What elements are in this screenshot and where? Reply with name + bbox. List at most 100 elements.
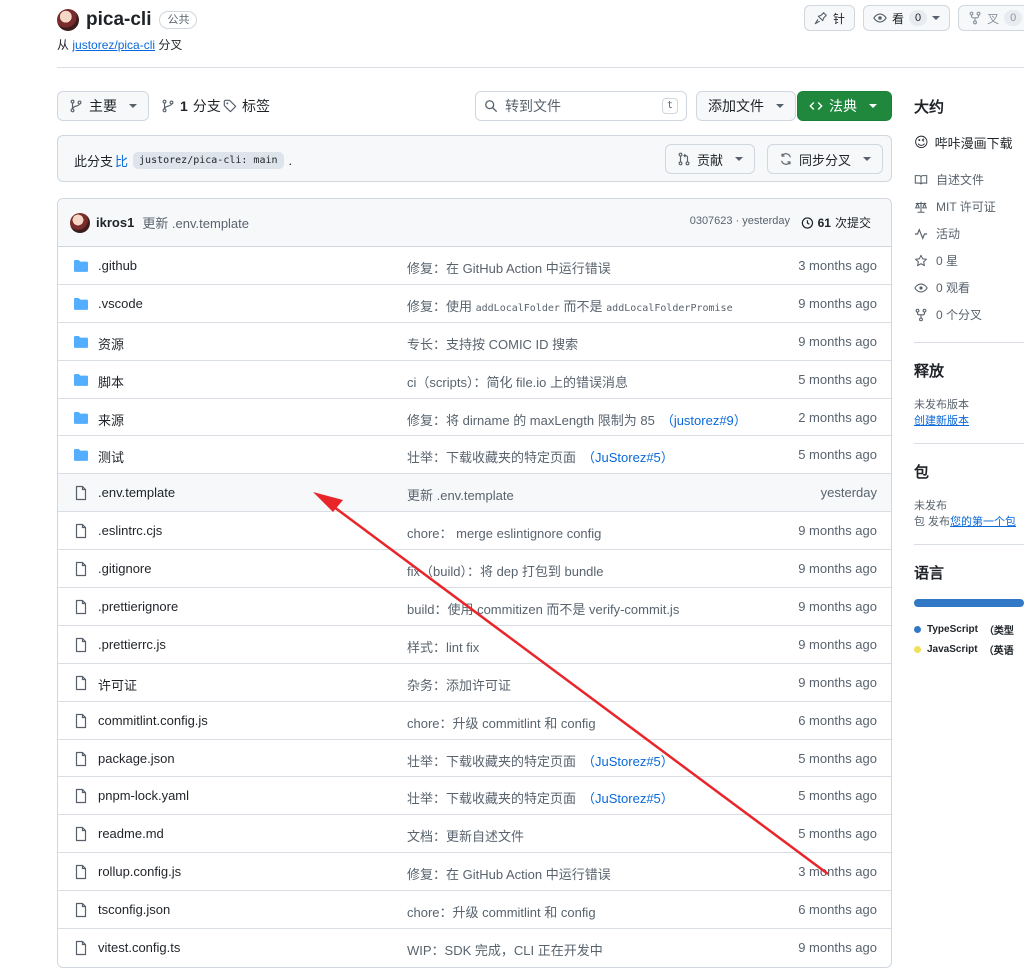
- file-row[interactable]: .prettierrc.js 样式：lint fix 9 months ago: [58, 626, 891, 664]
- commit-author[interactable]: ikros1: [96, 215, 134, 230]
- file-row[interactable]: .vscode 修复：使用 addLocalFolder 而不是 addLocal…: [58, 285, 891, 323]
- file-row[interactable]: readme.md 文档：更新自述文件 5 months ago: [58, 815, 891, 854]
- commit-message-link[interactable]: 修复：在 GitHub Action 中运行错误: [407, 258, 611, 277]
- readme-link[interactable]: 自述文件: [914, 166, 1024, 193]
- file-name-link[interactable]: .prettierignore: [98, 599, 178, 614]
- fork-button[interactable]: 叉 0: [958, 5, 1024, 31]
- file-icon: [73, 826, 89, 842]
- chevron-down-icon: [129, 104, 137, 108]
- file-row[interactable]: 来源 修复：将 dirname 的 maxLength 限制为 85 （justor…: [58, 399, 891, 437]
- file-row[interactable]: .prettierignore build：使用 commitizen 而不是 v…: [58, 588, 891, 626]
- owner-avatar[interactable]: [57, 9, 79, 31]
- issue-reference-link[interactable]: （JuStorez#5）: [582, 450, 674, 465]
- branch-selector-button[interactable]: 主要: [57, 91, 149, 121]
- pin-button[interactable]: 针: [804, 5, 856, 31]
- file-row[interactable]: .gitignore fix（build）：将 dep 打包到 bundle 9 m…: [58, 550, 891, 589]
- file-name-link[interactable]: .prettierrc.js: [98, 637, 166, 652]
- go-to-file-input[interactable]: 转到文件 t: [475, 91, 687, 121]
- sync-fork-button[interactable]: 同步分叉: [767, 144, 884, 174]
- add-file-button[interactable]: 添加文件: [696, 91, 796, 121]
- commit-message-link[interactable]: 壮举：下载收藏夹的特定页面 （JuStorez#5）: [407, 788, 674, 807]
- message-part: 而不是: [559, 298, 607, 314]
- file-row[interactable]: 许可证 杂务：添加许可证 9 months ago: [58, 664, 891, 702]
- file-name-link[interactable]: 许可证: [98, 675, 137, 694]
- language-javascript[interactable]: JavaScript （英语: [914, 639, 1024, 659]
- packages-title[interactable]: 包: [914, 461, 1024, 482]
- code-button[interactable]: 法典: [797, 91, 892, 121]
- commit-message-link[interactable]: 壮举：下载收藏夹的特定页面 （JuStorez#5）: [407, 751, 674, 770]
- file-name-link[interactable]: .github: [98, 258, 137, 273]
- create-release-link[interactable]: 创建新版本: [914, 415, 969, 427]
- publish-package-link[interactable]: 您的第一个包: [950, 516, 1016, 528]
- issue-reference-link[interactable]: （JuStorez#5）: [582, 754, 674, 769]
- contribute-button[interactable]: 贡献: [665, 144, 756, 174]
- watch-button[interactable]: 看 0: [863, 5, 951, 31]
- stars-link[interactable]: 0 星: [914, 247, 1024, 274]
- issue-reference-link[interactable]: （JuStorez#5）: [582, 791, 674, 806]
- commit-message-link[interactable]: 更新 .env.template: [407, 485, 514, 504]
- commit-message-link[interactable]: chore：升级 commitlint 和 config: [407, 902, 596, 921]
- file-name-link[interactable]: .gitignore: [98, 561, 151, 576]
- message-text: chore： merge eslintignore config: [407, 526, 602, 542]
- repo-name[interactable]: pica-cli: [86, 9, 151, 31]
- author-avatar[interactable]: [70, 212, 90, 233]
- releases-title[interactable]: 释放: [914, 360, 1024, 381]
- issue-reference-link[interactable]: （justorez#9）: [661, 413, 747, 428]
- commit-message-link[interactable]: ci（scripts）：简化 file.io 上的错误消息: [407, 372, 628, 391]
- file-row[interactable]: 测试 壮举：下载收藏夹的特定页面 （JuStorez#5） 5 months ago: [58, 436, 891, 475]
- commit-message-link[interactable]: chore：升级 commitlint 和 config: [407, 713, 596, 732]
- commit-message-link[interactable]: 修复：在 GitHub Action 中运行错误: [407, 864, 611, 883]
- file-name-link[interactable]: 脚本: [98, 372, 124, 391]
- language-typescript[interactable]: TypeScript （类型: [914, 619, 1024, 639]
- file-name-link[interactable]: .vscode: [98, 296, 143, 311]
- file-name-link[interactable]: commitlint.config.js: [98, 713, 208, 728]
- branches-link[interactable]: 1 分支: [161, 91, 221, 121]
- watchers-link[interactable]: 0 观看: [914, 274, 1024, 301]
- commit-message-link[interactable]: chore： merge eslintignore config: [407, 523, 601, 542]
- file-name-link[interactable]: vitest.config.ts: [98, 940, 180, 955]
- license-link[interactable]: MIT 许可证: [914, 193, 1024, 220]
- commit-history-link[interactable]: 61 次提交: [800, 214, 871, 231]
- commit-message-link[interactable]: 专长：支持按 COMIC ID 搜索: [407, 334, 578, 353]
- file-row[interactable]: .github 修复：在 GitHub Action 中运行错误 3 months …: [58, 247, 891, 285]
- compare-link[interactable]: 比: [115, 151, 128, 170]
- file-name-link[interactable]: tsconfig.json: [98, 902, 170, 917]
- commit-message-link[interactable]: 修复：将 dirname 的 maxLength 限制为 85 （justorez…: [407, 410, 747, 429]
- file-row[interactable]: .eslintrc.cjs chore： merge eslintignore c…: [58, 512, 891, 551]
- commit-message-link[interactable]: 文档：更新自述文件: [407, 826, 524, 845]
- file-name-link[interactable]: rollup.config.js: [98, 864, 181, 879]
- file-row[interactable]: 资源 专长：支持按 COMIC ID 搜索 9 months ago: [58, 323, 891, 361]
- file-name-link[interactable]: .env.template: [98, 485, 175, 500]
- file-row[interactable]: rollup.config.js 修复：在 GitHub Action 中运行错误…: [58, 853, 891, 892]
- file-name-link[interactable]: 来源: [98, 410, 124, 429]
- file-row[interactable]: commitlint.config.js chore：升级 commitlint …: [58, 702, 891, 740]
- about-sidebar: 大约 😉 哔咔漫画下载 自述文件 MIT 许可证 活动 0 星 0 观看 0 个…: [914, 96, 1024, 659]
- forks-link[interactable]: 0 个分叉: [914, 301, 1024, 328]
- chevron-down-icon: [735, 157, 744, 161]
- commit-message-link[interactable]: 修复：使用 addLocalFolder 而不是 addLocalFolderP…: [407, 296, 733, 315]
- file-row[interactable]: .env.template 更新 .env.template yesterday: [58, 474, 891, 513]
- commit-message-link[interactable]: build：使用 commitizen 而不是 verify-commit.js: [407, 599, 679, 618]
- activity-link[interactable]: 活动: [914, 220, 1024, 247]
- commit-date: 9 months ago: [798, 674, 877, 690]
- file-row[interactable]: pnpm-lock.yaml 壮举：下载收藏夹的特定页面 （JuStorez#5） 5…: [58, 777, 891, 816]
- commit-message-link[interactable]: 样式：lint fix: [407, 637, 479, 656]
- tags-link[interactable]: 标签: [223, 91, 270, 121]
- file-name-link[interactable]: 资源: [98, 334, 124, 353]
- fork-source-link[interactable]: justorez/pica-cli: [72, 38, 155, 52]
- file-row[interactable]: vitest.config.ts WIP：SDK 完成，CLI 正在开发中 9 mo…: [58, 929, 891, 967]
- file-row[interactable]: tsconfig.json chore：升级 commitlint 和 confi…: [58, 891, 891, 930]
- file-name-link[interactable]: 测试: [98, 447, 124, 466]
- file-name-link[interactable]: pnpm-lock.yaml: [98, 788, 189, 803]
- commit-hash-time[interactable]: 0307623 · yesterday: [690, 215, 790, 227]
- file-row[interactable]: package.json 壮举：下载收藏夹的特定页面 （JuStorez#5） 5 m…: [58, 740, 891, 778]
- commit-message[interactable]: 更新 .env.template: [142, 213, 249, 232]
- commit-message-link[interactable]: 杂务：添加许可证: [407, 675, 511, 694]
- commit-message-link[interactable]: WIP：SDK 完成，CLI 正在开发中: [407, 940, 603, 959]
- file-name-link[interactable]: .eslintrc.cjs: [98, 523, 162, 538]
- file-row[interactable]: 脚本 ci（scripts）：简化 file.io 上的错误消息 5 months …: [58, 361, 891, 399]
- commit-message-link[interactable]: fix（build）：将 dep 打包到 bundle: [407, 561, 604, 580]
- file-name-link[interactable]: package.json: [98, 751, 175, 766]
- file-name-link[interactable]: readme.md: [98, 826, 164, 841]
- commit-message-link[interactable]: 壮举：下载收藏夹的特定页面 （JuStorez#5）: [407, 447, 674, 466]
